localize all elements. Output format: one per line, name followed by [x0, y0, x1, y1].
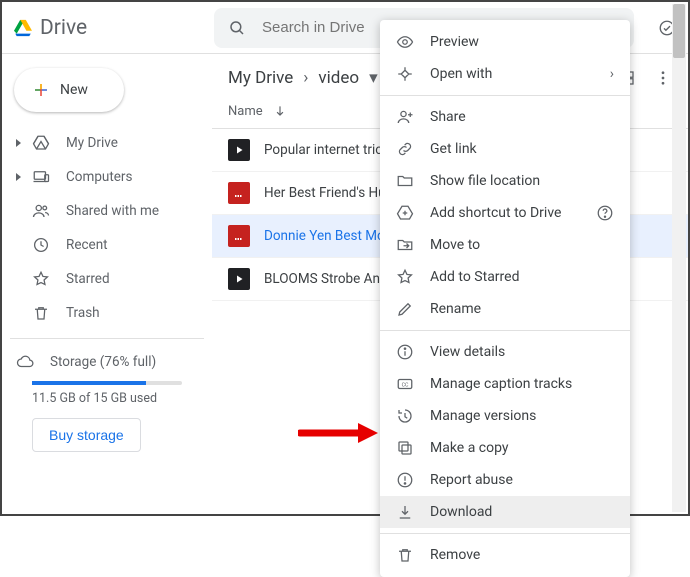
- ctx-download[interactable]: Download: [380, 496, 630, 528]
- chevron-down-icon[interactable]: ▾: [369, 68, 378, 88]
- drive-logo-icon: [14, 19, 32, 37]
- ctx-label: Make a copy: [430, 440, 509, 456]
- ctx-label: View details: [430, 344, 505, 360]
- ctx-add-starred[interactable]: Add to Starred: [380, 261, 630, 293]
- warning-icon: [396, 471, 414, 489]
- pencil-icon: [396, 300, 414, 318]
- col-name-label[interactable]: Name: [228, 104, 263, 119]
- help-icon[interactable]: [596, 204, 614, 222]
- sidebar-item-label: Trash: [66, 305, 100, 321]
- ctx-label: Rename: [430, 301, 481, 317]
- recent-icon: [32, 236, 50, 254]
- storage-bar: [32, 381, 182, 385]
- person-add-icon: [396, 108, 414, 126]
- folder-icon: [396, 172, 414, 190]
- storage-label: Storage (76% full): [50, 354, 156, 370]
- my-drive-icon: [32, 134, 50, 152]
- ctx-open-with[interactable]: Open with ›: [380, 58, 630, 90]
- cloud-icon: [16, 353, 34, 371]
- link-icon: [396, 140, 414, 158]
- plus-icon: [32, 81, 50, 99]
- ctx-label: Remove: [430, 547, 480, 563]
- sidebar-item-trash[interactable]: Trash: [10, 296, 204, 330]
- ctx-label: Show file location: [430, 173, 540, 189]
- ctx-add-shortcut[interactable]: Add shortcut to Drive: [380, 197, 630, 229]
- sidebar-item-label: Computers: [66, 169, 132, 185]
- sidebar-item-label: Recent: [66, 237, 108, 253]
- cc-icon: CC: [396, 375, 414, 393]
- ctx-share[interactable]: Share: [380, 101, 630, 133]
- sidebar: New My Drive Computers Shared with me: [2, 54, 212, 514]
- download-icon: [396, 503, 414, 521]
- copy-icon: [396, 439, 414, 457]
- storage-usage: 11.5 GB of 15 GB used: [32, 391, 194, 406]
- chevron-right-icon: ›: [303, 68, 308, 88]
- ctx-label: Manage versions: [430, 408, 536, 424]
- breadcrumb-current[interactable]: video: [318, 68, 359, 88]
- eye-icon: [396, 33, 414, 51]
- info-icon: [396, 343, 414, 361]
- new-button[interactable]: New: [14, 68, 124, 112]
- ctx-move-to[interactable]: Move to: [380, 229, 630, 261]
- chevron-right-icon: ›: [610, 66, 614, 82]
- new-button-label: New: [60, 82, 88, 98]
- expand-icon[interactable]: [16, 139, 21, 147]
- sidebar-item-label: Shared with me: [66, 203, 159, 219]
- history-icon: [396, 407, 414, 425]
- context-menu: Preview Open with › Share Get link Show …: [380, 20, 630, 577]
- ctx-get-link[interactable]: Get link: [380, 133, 630, 165]
- search-icon: [228, 19, 246, 37]
- open-with-icon: [396, 65, 414, 83]
- svg-text:CC: CC: [402, 382, 409, 388]
- ctx-manage-captions[interactable]: CC Manage caption tracks: [380, 368, 630, 400]
- ctx-show-location[interactable]: Show file location: [380, 165, 630, 197]
- scrollbar-track[interactable]: [672, 4, 686, 512]
- ctx-rename[interactable]: Rename: [380, 293, 630, 325]
- video-thumb-icon: [228, 139, 250, 161]
- star-icon: [396, 268, 414, 286]
- sidebar-item-shared[interactable]: Shared with me: [10, 194, 204, 228]
- sidebar-item-recent[interactable]: Recent: [10, 228, 204, 262]
- ctx-remove[interactable]: Remove: [380, 539, 630, 571]
- trash-icon: [396, 546, 414, 564]
- more-icon[interactable]: [654, 69, 672, 87]
- ctx-label: Add to Starred: [430, 269, 519, 285]
- ctx-manage-versions[interactable]: Manage versions: [380, 400, 630, 432]
- ctx-label: Share: [430, 109, 466, 125]
- ctx-label: Add shortcut to Drive: [430, 205, 561, 221]
- shortcut-icon: [396, 204, 414, 222]
- sidebar-item-computers[interactable]: Computers: [10, 160, 204, 194]
- ctx-preview[interactable]: Preview: [380, 26, 630, 58]
- brand[interactable]: Drive: [14, 16, 214, 40]
- sidebar-item-label: My Drive: [66, 135, 118, 151]
- ctx-label: Download: [430, 504, 492, 520]
- ctx-label: Move to: [430, 237, 480, 253]
- star-icon: [32, 270, 50, 288]
- brand-name: Drive: [40, 16, 87, 40]
- trash-icon: [32, 304, 50, 322]
- ctx-label: Open with: [430, 66, 492, 82]
- sidebar-item-starred[interactable]: Starred: [10, 262, 204, 296]
- ctx-label: Get link: [430, 141, 477, 157]
- ctx-label: Preview: [430, 34, 479, 50]
- breadcrumb-root[interactable]: My Drive: [228, 68, 293, 88]
- shared-icon: [32, 202, 50, 220]
- computers-icon: [32, 168, 50, 186]
- sidebar-storage[interactable]: Storage (76% full): [32, 353, 194, 371]
- ctx-view-details[interactable]: View details: [380, 336, 630, 368]
- ctx-make-copy[interactable]: Make a copy: [380, 432, 630, 464]
- move-icon: [396, 236, 414, 254]
- expand-icon[interactable]: [16, 173, 21, 181]
- video-thumb-icon: [228, 182, 250, 204]
- buy-storage-button[interactable]: Buy storage: [32, 418, 141, 452]
- scrollbar-thumb[interactable]: [673, 4, 685, 58]
- video-thumb-icon: [228, 225, 250, 247]
- ctx-label: Manage caption tracks: [430, 376, 572, 392]
- sort-down-icon[interactable]: [271, 102, 289, 120]
- sidebar-item-label: Starred: [66, 271, 110, 287]
- sidebar-item-my-drive[interactable]: My Drive: [10, 126, 204, 160]
- ctx-label: Report abuse: [430, 472, 513, 488]
- ctx-report-abuse[interactable]: Report abuse: [380, 464, 630, 496]
- video-thumb-icon: [228, 268, 250, 290]
